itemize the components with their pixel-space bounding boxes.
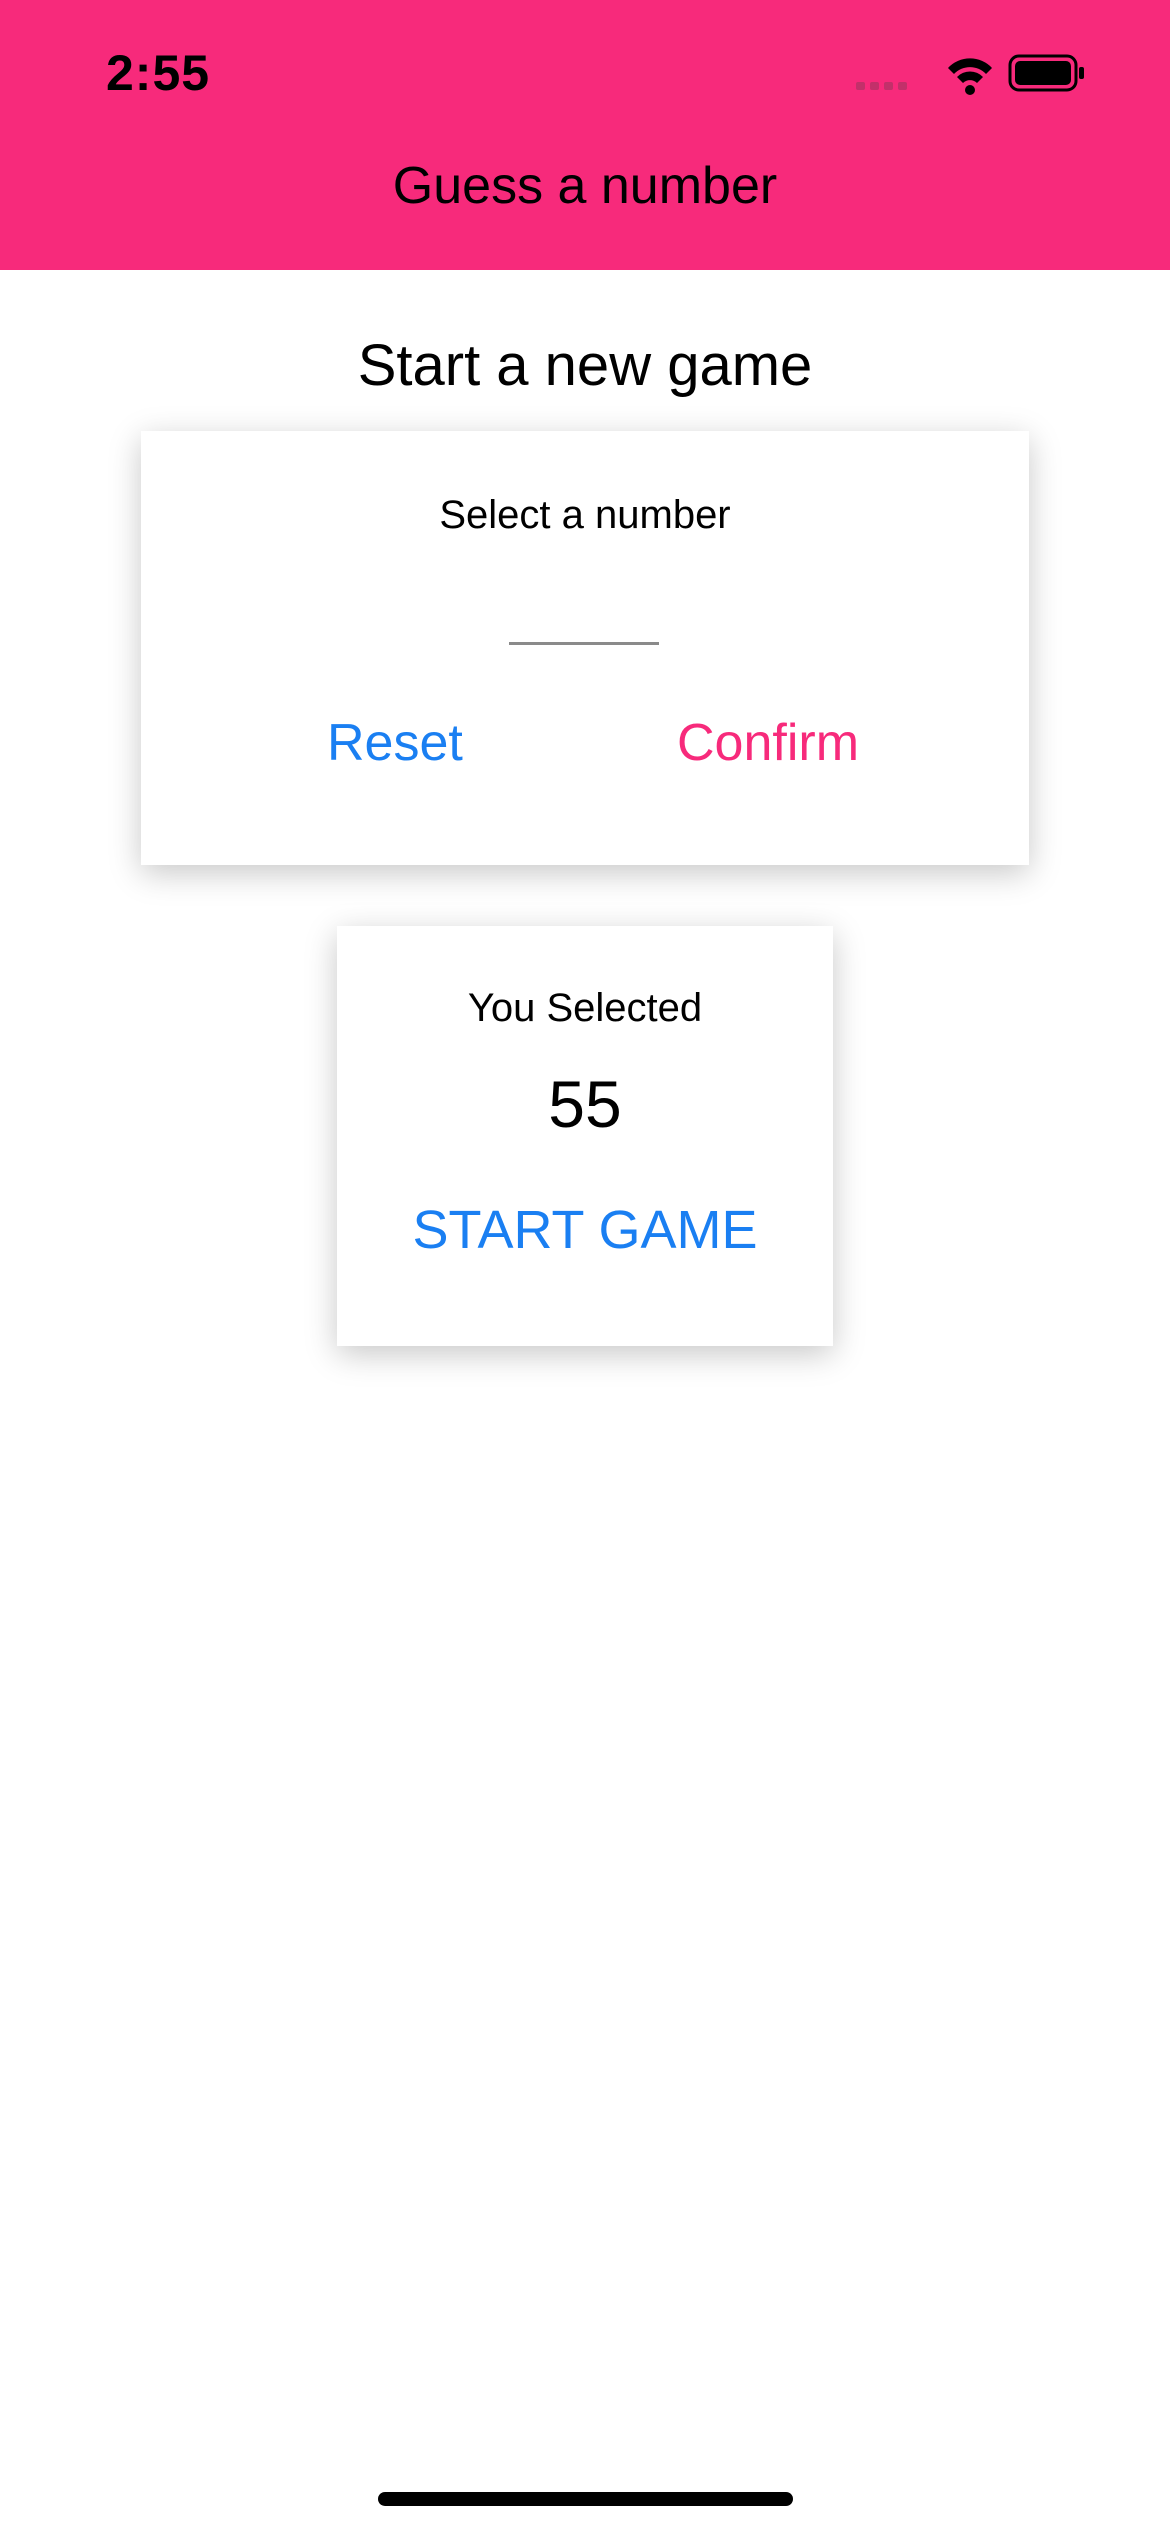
confirm-button[interactable]: Confirm xyxy=(677,713,859,773)
header-bar: 2:55 Guess a number xyxy=(0,0,1170,270)
app-title: Guess a number xyxy=(392,157,778,215)
status-icons xyxy=(856,54,1084,95)
you-selected-label: You Selected xyxy=(467,986,703,1030)
status-time: 2:55 xyxy=(106,45,211,101)
number-input[interactable] xyxy=(509,581,659,645)
selected-number-card: You Selected 55 START GAME xyxy=(337,926,833,1346)
number-input-card: Select a number Reset Confirm xyxy=(141,431,1029,865)
reset-button[interactable]: Reset xyxy=(327,713,463,773)
select-number-label: Select a number xyxy=(439,493,731,537)
signal-icon xyxy=(856,82,907,90)
wifi-icon xyxy=(948,58,992,95)
battery-icon xyxy=(1008,54,1084,92)
page-title: Start a new game xyxy=(357,333,813,398)
start-game-button[interactable]: START GAME xyxy=(337,1198,833,1262)
selected-number: 55 xyxy=(548,1067,622,1141)
home-indicator[interactable] xyxy=(378,2492,793,2506)
